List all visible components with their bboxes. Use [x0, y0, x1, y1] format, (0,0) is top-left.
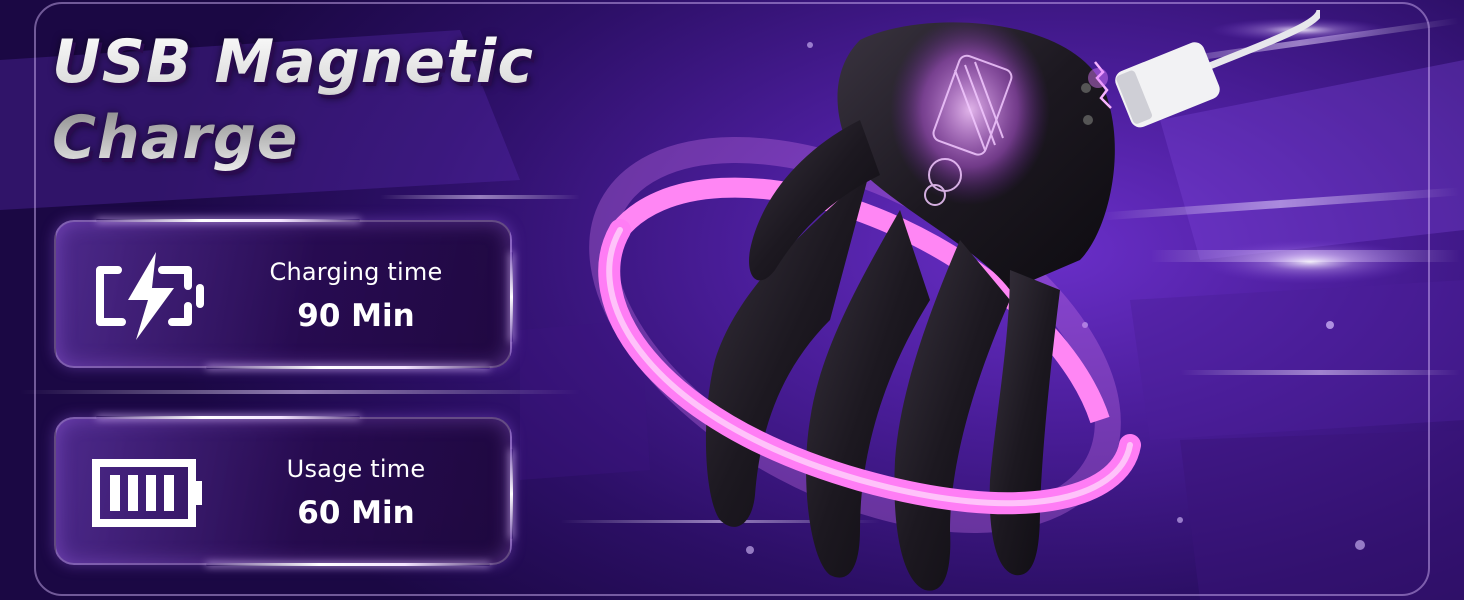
usb-cable — [1088, 8, 1320, 128]
charging-time-value: 90 Min — [297, 298, 415, 334]
product-banner: USB Magnetic Charge Charging time 90 Min — [0, 0, 1464, 600]
usage-time-card: Usage time 60 Min — [54, 416, 513, 566]
headline-line-2: Charge — [52, 103, 299, 173]
headline: USB Magnetic Charge — [52, 24, 612, 176]
card-glow-bottom — [206, 563, 490, 566]
charging-time-label: Charging time — [269, 258, 443, 286]
card-glow-side — [510, 449, 513, 539]
charging-battery-icon — [96, 252, 204, 340]
charging-time-card: Charging time 90 Min — [54, 219, 513, 369]
full-battery-icon — [92, 459, 202, 527]
usage-time-label: Usage time — [286, 455, 426, 483]
card-glow-side — [510, 252, 513, 342]
headline-line-1: USB Magnetic — [52, 27, 534, 97]
card-glow-top — [96, 219, 360, 222]
card-glow-top — [96, 416, 360, 419]
product-illustration — [589, 8, 1320, 591]
card-glow-bottom — [206, 366, 490, 369]
usage-time-value: 60 Min — [297, 495, 415, 531]
